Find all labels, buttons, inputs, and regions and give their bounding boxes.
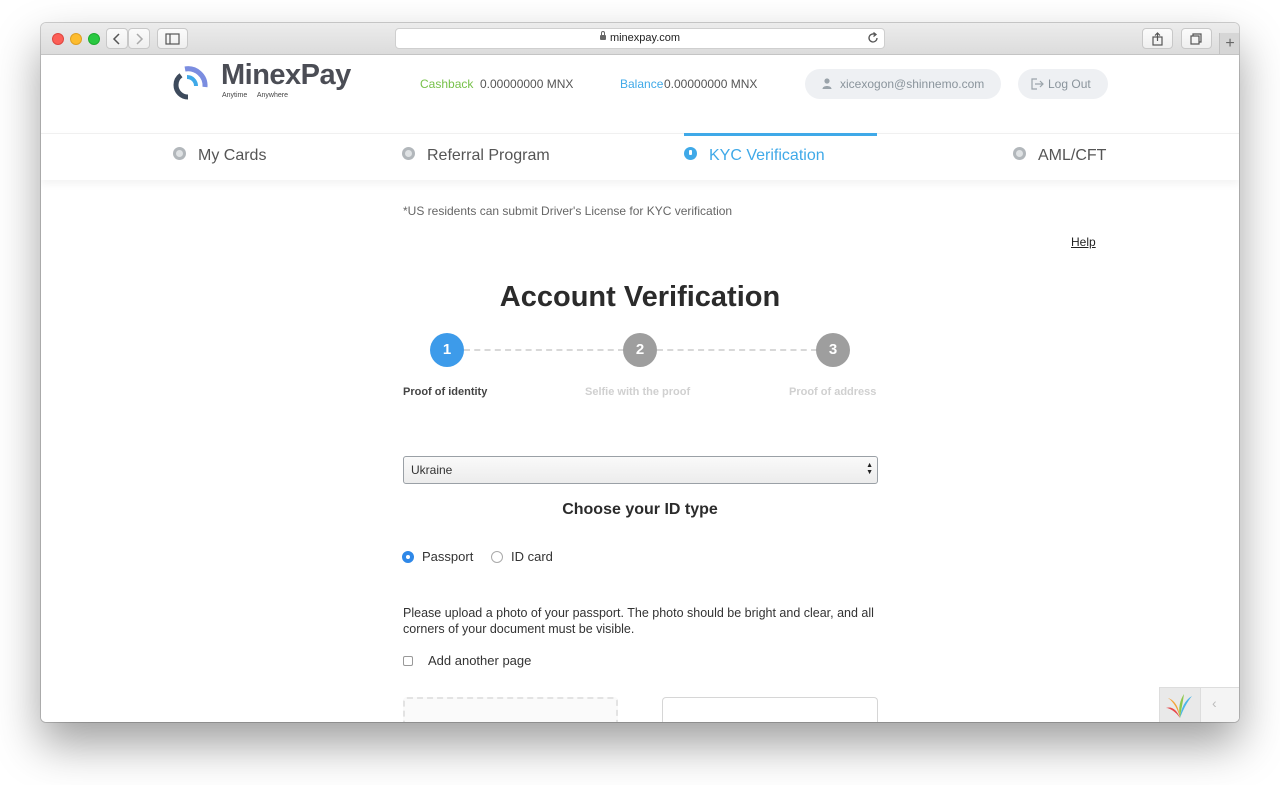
step-connector <box>657 349 817 351</box>
step-2-indicator: 2 <box>623 333 657 367</box>
sidebar-icon <box>165 33 180 45</box>
tabs-icon <box>1190 33 1202 45</box>
url-text: minexpay.com <box>609 32 681 44</box>
widget-leaf-icon <box>1166 694 1192 718</box>
main-tabs: My Cards Referral Program KYC Verificati… <box>41 133 1239 180</box>
cards-icon <box>173 147 186 160</box>
tab-label: AML/CFT <box>1038 147 1107 164</box>
step-2-label: Selfie with the proof <box>585 386 691 398</box>
logout-icon <box>1031 78 1044 90</box>
passport-radio-label[interactable]: Passport <box>422 549 473 564</box>
kyc-icon <box>684 147 697 160</box>
tab-label: My Cards <box>198 147 267 164</box>
close-window-button[interactable] <box>52 33 64 45</box>
logout-button[interactable]: Log Out <box>1018 69 1108 99</box>
floating-widget[interactable]: ‹ <box>1159 687 1239 722</box>
back-button[interactable] <box>106 28 128 49</box>
add-another-page-label[interactable]: Add another page <box>428 653 531 668</box>
step-1-indicator: 1 <box>430 333 464 367</box>
browser-titlebar: minexpay.com + <box>41 23 1239 55</box>
id-card-radio[interactable] <box>491 551 503 563</box>
example-preview <box>662 697 878 722</box>
tab-aml-cft[interactable]: AML/CFT <box>1013 134 1106 180</box>
country-select[interactable]: Ukraine ▲ ▼ <box>403 456 878 484</box>
logo-text[interactable]: MinexPay <box>221 59 351 92</box>
share-icon <box>1152 32 1163 46</box>
tab-label: KYC Verification <box>709 147 825 164</box>
share-button[interactable] <box>1142 28 1173 49</box>
zoom-window-button[interactable] <box>88 33 100 45</box>
lock-icon <box>599 31 606 40</box>
forward-button[interactable] <box>128 28 150 49</box>
widget-logo[interactable] <box>1160 688 1201 722</box>
browser-window: minexpay.com + MinexPay Anytime Anywhere… <box>41 23 1239 722</box>
add-another-page-checkbox[interactable] <box>403 656 413 666</box>
cashback-value: 0.00000000 MNX <box>480 77 574 91</box>
step-connector <box>464 349 624 351</box>
choose-id-heading: Choose your ID type <box>562 501 718 518</box>
id-card-radio-label[interactable]: ID card <box>511 549 553 564</box>
aml-icon <box>1013 147 1026 160</box>
country-selected-value: Ukraine <box>411 463 453 477</box>
page-content: MinexPay Anytime Anywhere Cashback 0.000… <box>41 55 1239 722</box>
tab-kyc-verification[interactable]: KYC Verification <box>684 134 825 180</box>
tabs-overview-button[interactable] <box>1181 28 1212 49</box>
sidebar-toggle-button[interactable] <box>157 28 188 49</box>
tab-label: Referral Program <box>427 147 550 164</box>
chevron-left-icon[interactable]: ‹ <box>1212 695 1217 711</box>
logo-tagline: Anytime Anywhere <box>222 92 288 99</box>
user-email: xicexogon@shinnemo.com <box>840 77 985 91</box>
step-1-label: Proof of identity <box>403 386 488 398</box>
upload-instructions: Please upload a photo of your passport. … <box>403 606 874 636</box>
balance-label: Balance <box>620 77 664 91</box>
step-3-label: Proof of address <box>789 386 877 398</box>
step-3-indicator: 3 <box>816 333 850 367</box>
balance-value: 0.00000000 MNX <box>664 77 758 91</box>
user-icon <box>822 78 832 89</box>
tab-referral-program[interactable]: Referral Program <box>402 134 550 180</box>
user-account-button[interactable]: xicexogon@shinnemo.com <box>805 69 1001 99</box>
new-tab-button[interactable]: + <box>1219 33 1239 54</box>
passport-radio[interactable] <box>402 551 414 563</box>
cashback-label: Cashback <box>420 77 474 91</box>
upload-dropzone[interactable] <box>403 697 618 722</box>
referral-icon <box>402 147 415 160</box>
chevron-left-icon <box>112 33 120 45</box>
address-bar[interactable]: minexpay.com <box>395 28 885 49</box>
us-residents-note: *US residents can submit Driver's Licens… <box>403 204 733 218</box>
tab-my-cards[interactable]: My Cards <box>173 134 266 180</box>
page-title: Account Verification <box>499 281 781 313</box>
minimize-window-button[interactable] <box>70 33 82 45</box>
chevron-right-icon <box>136 33 144 45</box>
select-arrows-icon: ▲ ▼ <box>866 462 873 476</box>
logout-label: Log Out <box>1048 77 1091 91</box>
minexpay-logo-icon[interactable] <box>171 63 219 103</box>
reload-icon[interactable] <box>866 31 880 45</box>
help-link[interactable]: Help <box>1071 235 1096 249</box>
